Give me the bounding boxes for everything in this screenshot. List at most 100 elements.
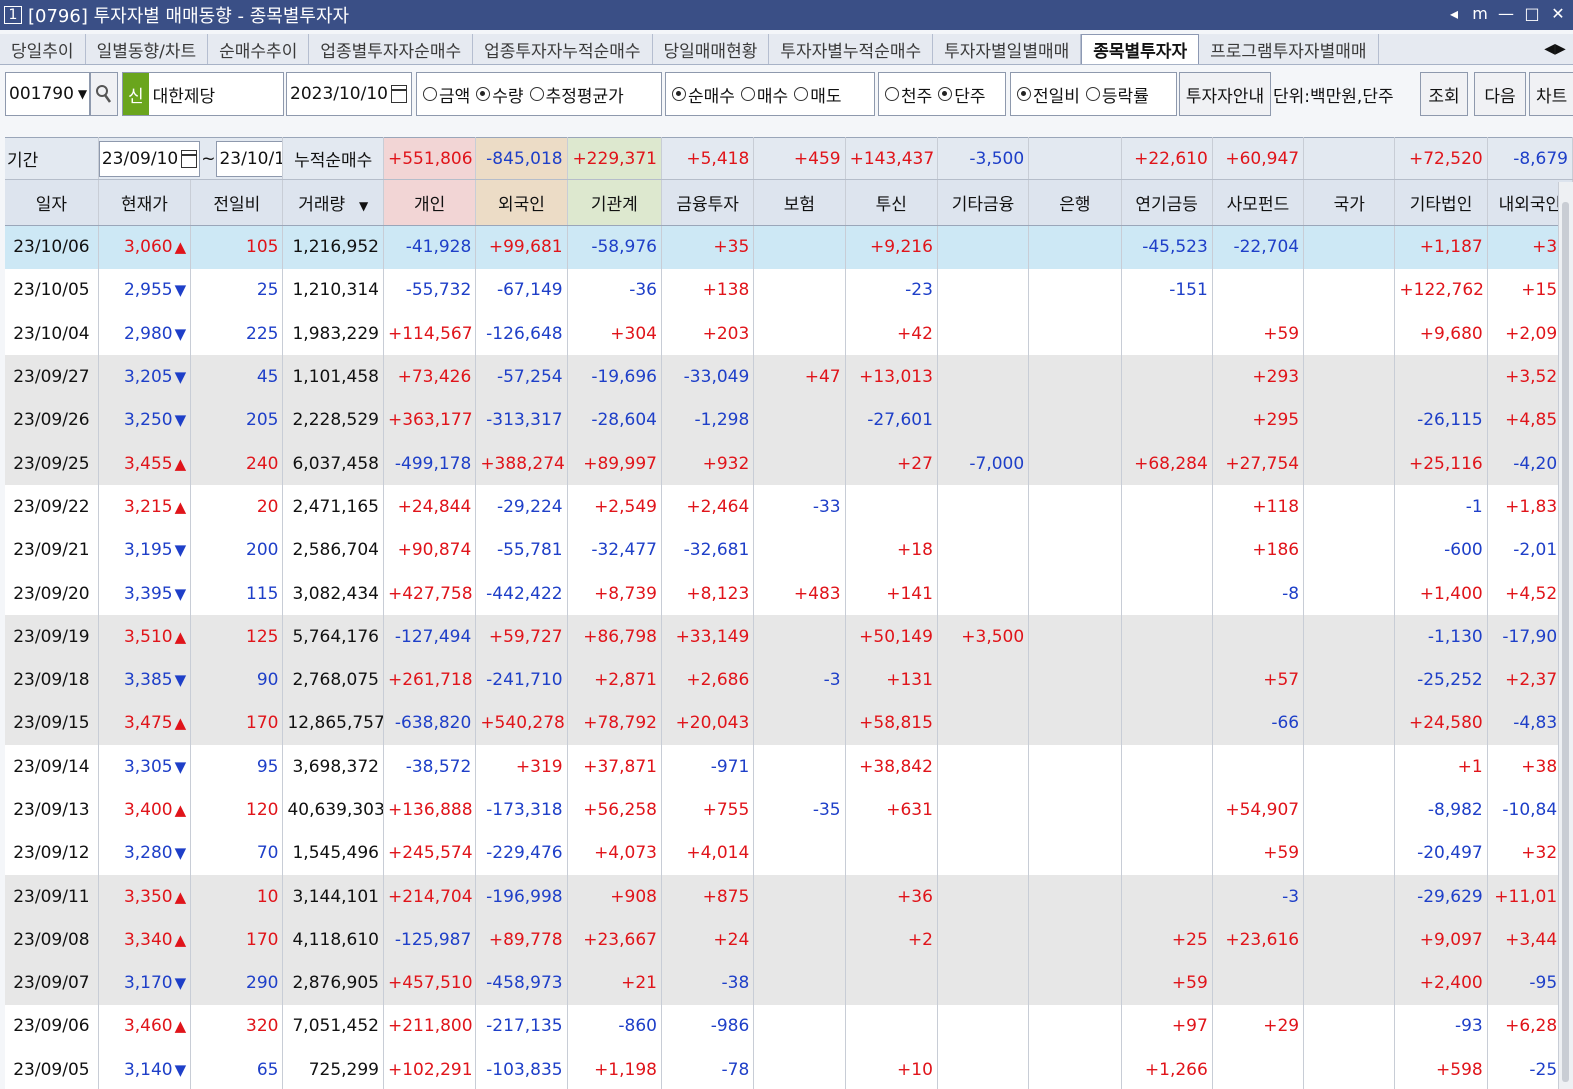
- maximize-icon[interactable]: □: [1523, 4, 1541, 23]
- radio-circle-icon[interactable]: [885, 87, 899, 101]
- radio-circle-icon[interactable]: [740, 87, 755, 101]
- radio-option[interactable]: 전일비: [1017, 82, 1080, 107]
- table-row[interactable]: 23/09/12 3,280 701,545,496+245,574-229,476…: [5, 831, 1573, 875]
- column-header[interactable]: 기관계: [567, 179, 662, 226]
- calendar-icon[interactable]: [181, 149, 198, 168]
- table-row[interactable]: 23/09/053,14065725,299+102,291-103,835+1…: [5, 1048, 1573, 1089]
- period-from-input[interactable]: 23/09/10: [98, 140, 201, 177]
- column-header[interactable]: 기타법인: [1394, 179, 1488, 226]
- collapse-left-icon[interactable]: ◂: [1445, 4, 1463, 23]
- investor-guide-button[interactable]: 투자자안내: [1179, 72, 1271, 116]
- column-header[interactable]: 일자: [5, 179, 99, 226]
- table-row[interactable]: 23/09/14 3,305 953,698,372-38,572+319+37,8…: [5, 745, 1573, 789]
- vertical-scrollbar[interactable]: [1558, 182, 1573, 1089]
- table-row[interactable]: 23/10/063,0601051,216,952-41,928+99,681-…: [5, 225, 1573, 269]
- tab-4[interactable]: 업종별투자자순매수: [309, 34, 474, 64]
- table-row[interactable]: 23/09/06 3,460 3207,051,452+211,800-217,13…: [5, 1004, 1573, 1049]
- radio-option[interactable]: 금액: [423, 82, 470, 107]
- table-row[interactable]: 23/09/08 3,340 1704,118,610-125,987+89,778…: [5, 918, 1573, 962]
- date-input[interactable]: 2023/10/10: [286, 72, 412, 116]
- table-row[interactable]: 23/09/20 3,395 1153,082,434+427,758-442,42…: [5, 571, 1573, 616]
- table-row[interactable]: 23/09/26 3,250 2052,228,529+363,177-313,31…: [5, 398, 1573, 442]
- column-header[interactable]: 사모펀드: [1212, 179, 1305, 226]
- tab-2[interactable]: 일별동향/차트: [86, 34, 209, 64]
- column-header[interactable]: 은행: [1028, 179, 1122, 226]
- radio-circle-icon[interactable]: [938, 87, 953, 101]
- column-header[interactable]: 기타금융: [937, 179, 1030, 226]
- table-row[interactable]: 23/09/19 3,510 1255,764,176-127,494+59,727…: [5, 615, 1573, 659]
- column-header[interactable]: 투신: [845, 179, 938, 226]
- code-dropdown-icon[interactable]: ▼: [78, 87, 87, 101]
- radio-label: 매도: [810, 86, 842, 107]
- query-button[interactable]: 조회: [1420, 72, 1468, 116]
- minimize-icon[interactable]: —: [1497, 4, 1515, 23]
- radio-option[interactable]: 매수: [740, 82, 788, 107]
- radio-option[interactable]: 단주: [938, 82, 986, 107]
- window-number-badge[interactable]: 1: [4, 6, 22, 24]
- column-header[interactable]: 연기금등: [1121, 179, 1213, 226]
- stock-code-input[interactable]: 001790 ▼: [5, 72, 90, 116]
- investor-value-cell: [1028, 1048, 1122, 1089]
- column-header[interactable]: 보험: [753, 179, 846, 226]
- column-header[interactable]: 거래량 ▼: [282, 179, 384, 226]
- column-header[interactable]: 현재가: [98, 179, 192, 226]
- column-header[interactable]: 국가: [1303, 179, 1396, 226]
- table-row[interactable]: 23/09/13 3,400 12040,639,303+136,888-173,3…: [5, 788, 1573, 832]
- tab-3[interactable]: 순매수추이: [208, 34, 310, 64]
- radio-option[interactable]: 수량: [476, 82, 524, 107]
- column-header[interactable]: 금융투자: [661, 179, 755, 226]
- investor-value-cell: -45,523: [1121, 225, 1213, 269]
- table-row[interactable]: 23/09/213,1952002,586,704+90,874-55,781-…: [5, 528, 1573, 572]
- table-row[interactable]: 23/09/07 3,170 2902,876,905+457,510-458,97…: [5, 961, 1573, 1005]
- stock-name-field[interactable]: 신 대한제당: [122, 72, 284, 116]
- period-tilde: ~: [201, 148, 216, 169]
- investor-value-cell: +36: [845, 874, 938, 919]
- column-header[interactable]: 개인: [383, 179, 477, 226]
- radio-circle-icon[interactable]: [672, 87, 686, 101]
- table-row[interactable]: 23/09/27 3,205 451,101,458+73,426-57,254-1…: [5, 355, 1573, 399]
- table-row[interactable]: 23/09/11 3,350 103,144,101+214,704-196,998…: [5, 874, 1573, 919]
- volume-dropdown-icon[interactable]: ▼: [355, 199, 368, 213]
- table-row[interactable]: 23/10/05 2,955 251,210,314-55,732-67,149-3…: [5, 268, 1573, 313]
- radio-circle-icon[interactable]: [1085, 87, 1100, 101]
- period-to-input[interactable]: 23/10/10: [216, 140, 282, 177]
- radio-option[interactable]: 천주: [885, 82, 932, 107]
- tab-8[interactable]: 투자자별일별매매: [933, 34, 1082, 64]
- column-header[interactable]: 외국인: [475, 179, 568, 226]
- table-row[interactable]: 23/09/25 3,455 2406,037,458-499,178+388,27…: [5, 441, 1573, 486]
- search-icon[interactable]: [90, 72, 118, 116]
- next-button[interactable]: 다음: [1474, 72, 1526, 116]
- radio-circle-icon[interactable]: [476, 87, 491, 101]
- change-cell: 25: [190, 268, 284, 313]
- table-row[interactable]: 23/09/223,215202,471,165+24,844-29,224+2…: [5, 485, 1573, 529]
- tab-7[interactable]: 투자자별누적순매수: [769, 34, 934, 64]
- tab-1[interactable]: 당일추이: [0, 34, 86, 64]
- mini-mode-icon[interactable]: m: [1471, 4, 1489, 23]
- radio-circle-icon[interactable]: [529, 87, 544, 101]
- close-icon[interactable]: ✕: [1549, 4, 1567, 23]
- tab-10[interactable]: 프로그램투자자별매매: [1199, 34, 1379, 64]
- investor-value-cell: [1303, 874, 1396, 919]
- radio-option[interactable]: 매도: [794, 82, 841, 107]
- date-cell: 23/09/14: [5, 745, 99, 789]
- calendar-icon[interactable]: [390, 85, 407, 103]
- investor-value-cell: [753, 1048, 846, 1089]
- table-row[interactable]: 23/09/15 3,475 17012,865,757-638,820+540,2…: [5, 701, 1573, 746]
- table-row[interactable]: 23/10/04 2,980 2251,983,229+114,567-126,64…: [5, 312, 1573, 356]
- volume-cell: 2,586,704: [282, 528, 384, 572]
- investor-value-cell: +114,567: [383, 312, 477, 356]
- radio-option[interactable]: 순매수: [672, 82, 735, 107]
- volume-cell: 40,639,303: [282, 788, 384, 832]
- radio-option[interactable]: 등락률: [1085, 82, 1149, 107]
- column-header[interactable]: 전일비: [190, 179, 284, 226]
- tab-5[interactable]: 업종투자자누적순매수: [473, 34, 653, 64]
- tab-6[interactable]: 당일매매현황: [653, 34, 770, 64]
- radio-option[interactable]: 추정평균가: [529, 82, 624, 107]
- table-row[interactable]: 23/09/18 3,385 902,768,075+261,718-241,710…: [5, 658, 1573, 702]
- radio-circle-icon[interactable]: [423, 87, 437, 101]
- radio-circle-icon[interactable]: [1017, 87, 1031, 101]
- chart-button[interactable]: 차트: [1529, 72, 1573, 116]
- radio-circle-icon[interactable]: [794, 87, 809, 101]
- tab-scroll-arrows-icon[interactable]: ◀▶: [1537, 34, 1573, 64]
- tab-9[interactable]: 종목별투자자: [1081, 34, 1200, 64]
